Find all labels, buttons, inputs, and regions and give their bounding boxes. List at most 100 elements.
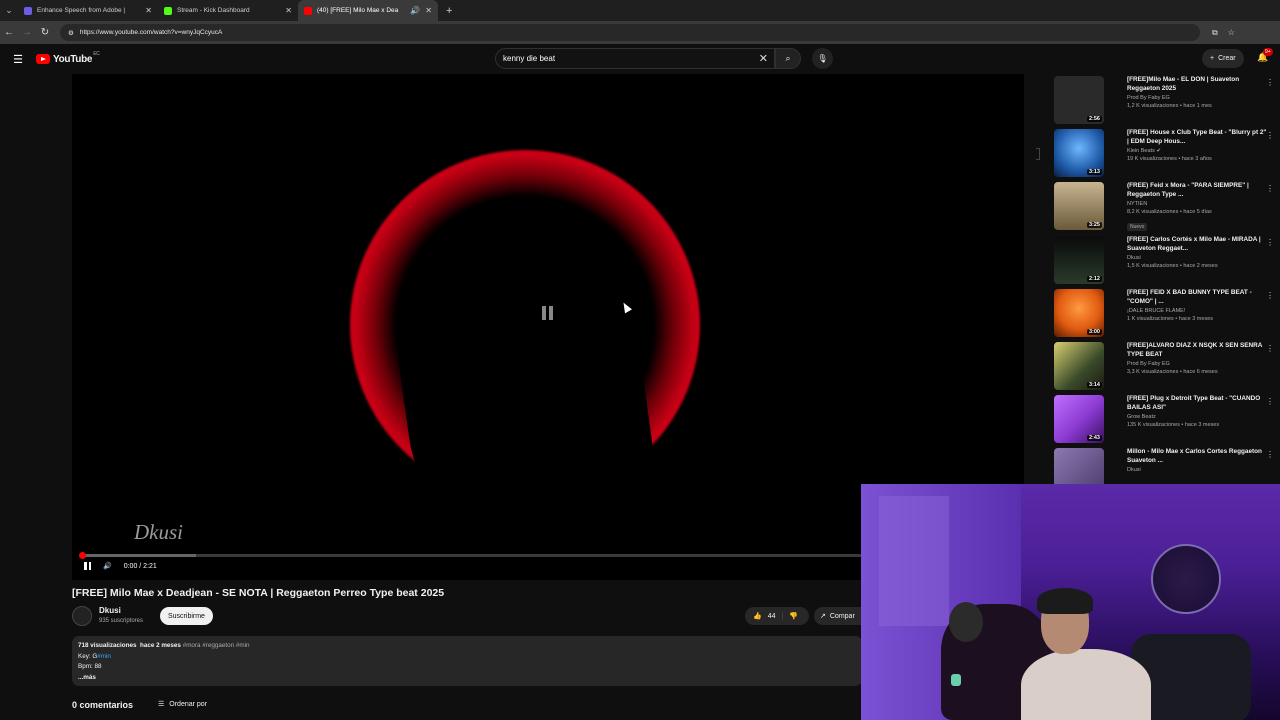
close-tab-icon[interactable]: ✕ [145, 6, 152, 15]
recommended-title[interactable]: [FREE] House x Club Type Beat - "Blurry … [1127, 129, 1267, 146]
recommended-title[interactable]: [FREE]ALVARO DIAZ X NSQK X SEN SENRA TYP… [1127, 342, 1267, 359]
video-thumbnail[interactable]: 3:00 [1054, 289, 1104, 337]
recommended-title[interactable]: [FREE]Milo Mae - EL DON | Suaveton Regga… [1127, 76, 1267, 93]
recommended-channel[interactable]: Prod By Faby EG [1127, 95, 1267, 101]
recommended-title[interactable]: [FREE] Carlos Cortés x Milo Mae - MIRADA… [1127, 236, 1267, 253]
recommended-video[interactable]: 3:25 (FREE) Feid x Mora - "PARA SIEMPRE"… [1054, 182, 1274, 232]
recommended-video[interactable]: 3:00 [FREE] FEID X BAD BUNNY TYPE BEAT -… [1054, 289, 1274, 339]
more-options-icon[interactable]: ⋮ [1266, 131, 1274, 140]
recommended-video[interactable]: Millon - Milo Mae x Carlos Cortes Reggae… [1054, 448, 1274, 486]
progress-knob[interactable] [79, 552, 86, 559]
recommended-channel[interactable]: Prod By Faby EG [1127, 361, 1267, 367]
install-icon[interactable]: ⧉ [1212, 28, 1218, 38]
volume-icon[interactable]: 🔊 [103, 562, 112, 570]
recommended-channel[interactable]: ¡DALE BRUCE FLAME! [1127, 308, 1267, 314]
video-thumbnail[interactable]: 2:56 [1054, 76, 1104, 124]
recommended-channel[interactable]: Klein Beats ✔ [1127, 148, 1267, 154]
webcam-person-right [1021, 649, 1151, 720]
like-icon[interactable]: 👍 [753, 612, 762, 620]
webcam-light [951, 674, 961, 686]
new-badge: Nuevo [1127, 223, 1148, 231]
recommended-video[interactable]: 2:56 [FREE]Milo Mae - EL DON | Suaveton … [1054, 76, 1274, 126]
video-watermark: Dkusi [134, 520, 183, 544]
kick-favicon-icon [164, 6, 172, 15]
new-tab-button[interactable]: + [446, 5, 452, 17]
create-label: Crear [1218, 55, 1236, 62]
search-value: kenny die beat [503, 54, 556, 63]
browser-tab-adobe[interactable]: Enhance Speech from Adobe | ✕ [18, 0, 158, 21]
search-button[interactable]: ⌕ [775, 48, 801, 69]
video-duration: 3:13 [1086, 169, 1102, 175]
show-more-link[interactable]: ...más [78, 673, 856, 684]
video-thumbnail[interactable]: 2:12 [1054, 236, 1104, 284]
forward-icon[interactable]: → [18, 27, 36, 38]
video-thumbnail[interactable] [1054, 448, 1104, 486]
back-icon[interactable]: ← [0, 27, 18, 38]
create-button[interactable]: + Crear [1202, 49, 1244, 68]
more-options-icon[interactable]: ⋮ [1266, 184, 1274, 193]
bookmark-star-icon[interactable]: ☆ [1228, 28, 1235, 38]
recommended-title[interactable]: (FREE) Feid x Mora - "PARA SIEMPRE" | Re… [1127, 182, 1267, 199]
url-field[interactable]: ⚙ https://www.youtube.com/watch?v=wnyJqC… [60, 24, 1200, 41]
logo-text: YouTube [53, 53, 93, 65]
recommended-channel[interactable]: Grow Beatz [1127, 414, 1267, 420]
divider: | [781, 612, 784, 620]
site-info-icon[interactable]: ⚙ [68, 29, 74, 37]
tab-title: Enhance Speech from Adobe | [37, 7, 126, 14]
webcam-fan [1151, 544, 1221, 614]
recommended-video[interactable]: 3:14 [FREE]ALVARO DIAZ X NSQK X SEN SENR… [1054, 342, 1274, 392]
url-text: https://www.youtube.com/watch?v=wnyJqCcy… [79, 29, 223, 36]
channel-avatar[interactable] [72, 606, 92, 626]
clear-search-icon[interactable]: ✕ [759, 52, 768, 65]
close-tab-icon[interactable]: ✕ [425, 6, 432, 15]
browser-tab-kick[interactable]: Stream - Kick Dashboard ✕ [158, 0, 298, 21]
close-tab-icon[interactable]: ✕ [285, 6, 292, 15]
pause-button[interactable] [84, 562, 91, 570]
video-thumbnail[interactable]: 3:14 [1054, 342, 1104, 390]
video-thumbnail[interactable]: 3:25 [1054, 182, 1104, 230]
recommended-video[interactable]: 3:13 [FREE] House x Club Type Beat - "Bl… [1054, 129, 1274, 179]
key-hashtag-link[interactable]: #min [97, 653, 111, 660]
dislike-icon[interactable]: 👎 [789, 612, 798, 620]
description-box[interactable]: 718 visualizaciones hace 2 meses #mora #… [72, 636, 862, 686]
recommended-video[interactable]: 2:43 [FREE] Plug x Detroit Type Beat - "… [1054, 395, 1274, 445]
more-options-icon[interactable]: ⋮ [1266, 397, 1274, 406]
recommended-video[interactable]: 2:12 [FREE] Carlos Cortés x Milo Mae - M… [1054, 236, 1274, 286]
voice-search-button[interactable]: 🎙 [812, 48, 833, 69]
recommended-channel[interactable]: Dkusi [1127, 255, 1267, 261]
more-options-icon[interactable]: ⋮ [1266, 238, 1274, 247]
tab-search-icon[interactable]: ⌄ [0, 2, 18, 20]
more-options-icon[interactable]: ⋮ [1266, 78, 1274, 87]
center-pause-icon[interactable] [542, 306, 556, 320]
recommended-channel[interactable]: NYTIEN [1127, 201, 1267, 207]
buffered-bar [82, 554, 196, 557]
address-bar-row: ← → ↻ ⚙ https://www.youtube.com/watch?v=… [0, 21, 1280, 44]
video-thumbnail[interactable]: 3:13 [1054, 129, 1104, 177]
channel-name[interactable]: Dkusi [99, 606, 121, 615]
recommended-channel[interactable]: Dkusi [1127, 467, 1267, 473]
audio-icon[interactable]: 🔊 [410, 6, 420, 15]
reload-icon[interactable]: ↻ [36, 27, 54, 38]
more-options-icon[interactable]: ⋮ [1266, 450, 1274, 459]
search-input[interactable]: kenny die beat ✕ [495, 48, 775, 69]
more-options-icon[interactable]: ⋮ [1266, 344, 1274, 353]
menu-icon[interactable]: ☰ [0, 53, 36, 66]
subscribe-button[interactable]: Suscribirme [160, 607, 213, 625]
youtube-logo[interactable]: YouTube EC [36, 51, 100, 65]
recommended-title[interactable]: [FREE] FEID X BAD BUNNY TYPE BEAT - "COM… [1127, 289, 1267, 306]
like-count: 44 [767, 612, 776, 620]
youtube-header: ☰ YouTube EC kenny die beat ✕ ⌕ 🎙 + Crea… [0, 44, 1280, 74]
hashtags[interactable]: #mora #reggaeton #min [183, 642, 250, 649]
recommended-title[interactable]: Millon - Milo Mae x Carlos Cortes Reggae… [1127, 448, 1267, 465]
recommendations-list: 2:56 [FREE]Milo Mae - EL DON | Suaveton … [1036, 74, 1280, 486]
browser-tab-youtube[interactable]: (40) [FREE] Milo Mae x Dea 🔊 ✕ [298, 0, 438, 21]
progress-bar[interactable] [79, 552, 872, 559]
recommended-title[interactable]: [FREE] Plug x Detroit Type Beat - "CUAND… [1127, 395, 1267, 412]
adobe-favicon-icon [24, 6, 32, 15]
sort-comments-button[interactable]: ☰ Ordenar por [158, 700, 208, 709]
video-thumbnail[interactable]: 2:43 [1054, 395, 1104, 443]
sort-label: Ordenar por [169, 700, 208, 708]
browser-tab-strip: ⌄ Enhance Speech from Adobe | ✕ Stream -… [0, 0, 1280, 21]
more-options-icon[interactable]: ⋮ [1266, 291, 1274, 300]
notifications-bell-icon[interactable]: 🔔 9+ [1257, 48, 1273, 63]
